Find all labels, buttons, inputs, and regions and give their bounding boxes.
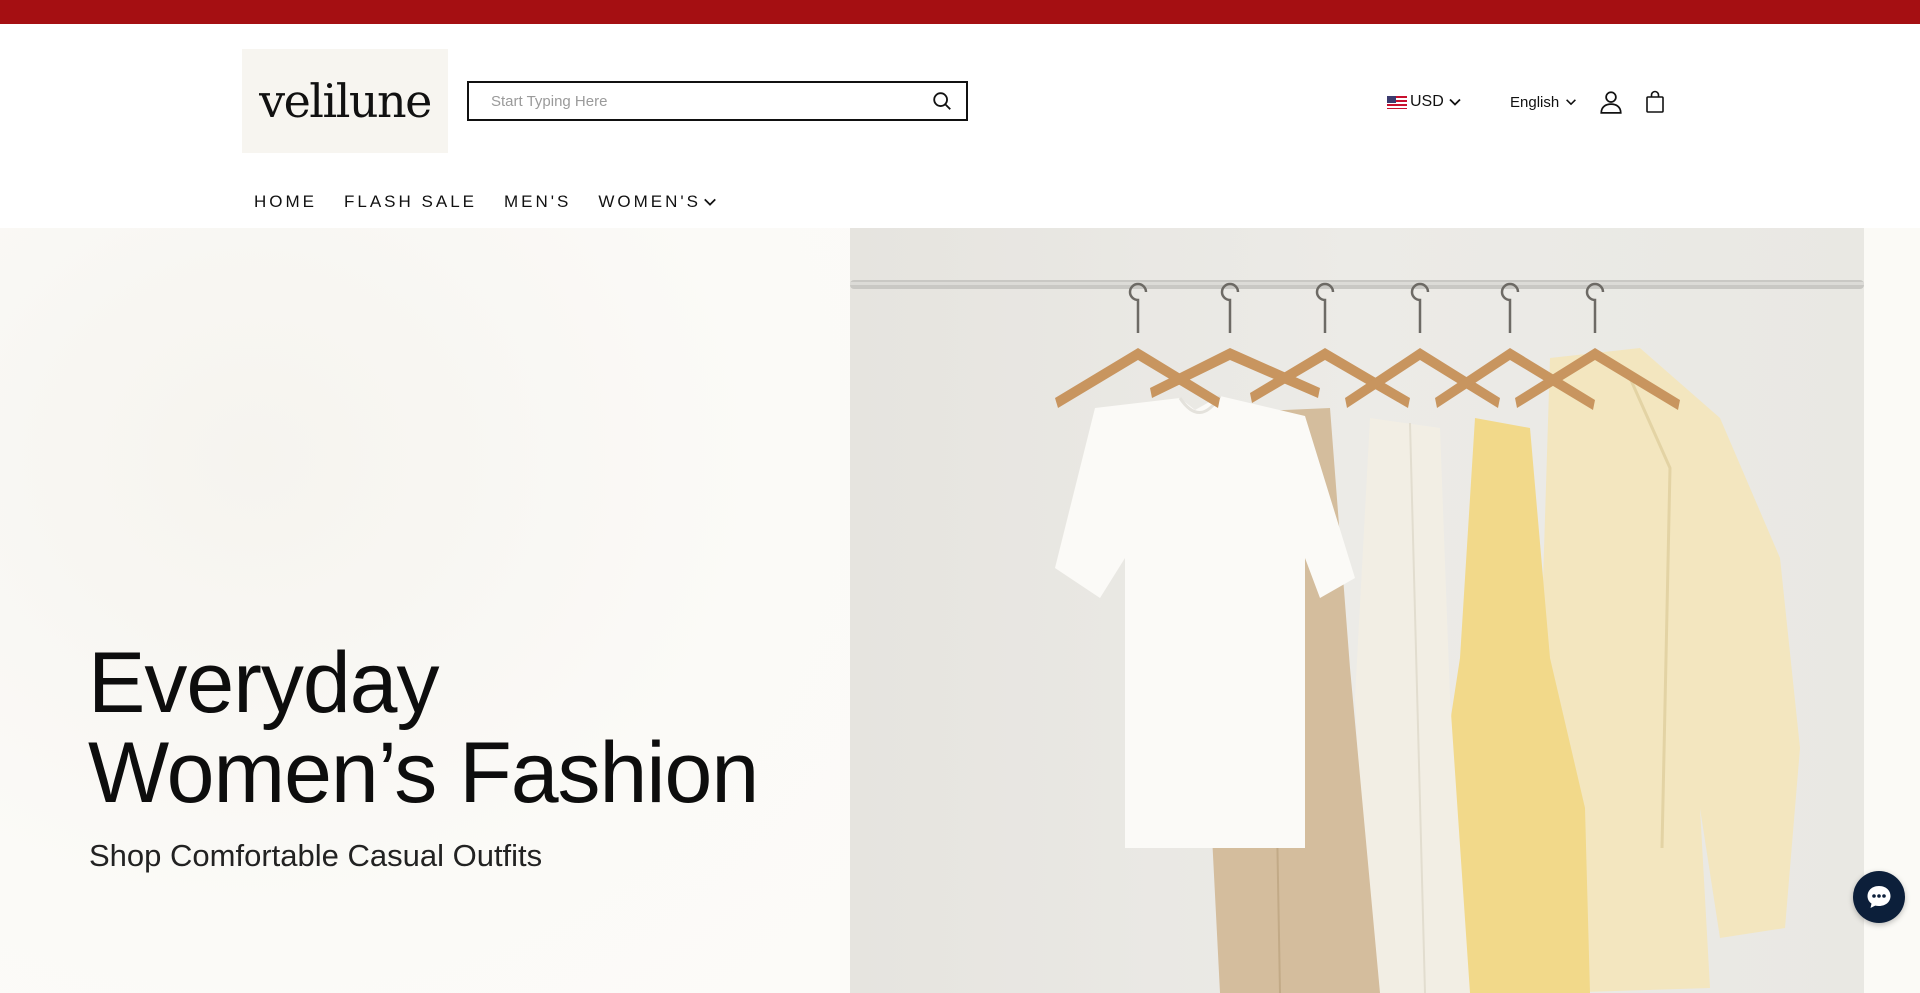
hero-title-line-1: Everyday [88, 635, 439, 731]
nav-item-label: FLASH SALE [344, 192, 477, 211]
search-icon [933, 92, 951, 110]
cart-button[interactable] [1639, 86, 1671, 118]
logo: velilune [259, 74, 432, 128]
shopping-bag-icon [1646, 90, 1664, 113]
main-nav: HOME FLASH SALE MEN'S WOMEN'S [254, 192, 717, 212]
hero-title: Everyday Women’s Fashion [88, 635, 759, 821]
hero-text-panel: Everyday Women’s Fashion Shop Comfortabl… [0, 228, 850, 993]
language-selector[interactable]: English [1510, 90, 1578, 114]
promo-bar [0, 0, 1920, 24]
site-header: velilune USD English [0, 24, 1920, 228]
search-input[interactable] [469, 83, 918, 119]
nav-item-womens[interactable]: WOMEN'S [598, 192, 717, 212]
hero-banner[interactable]: Everyday Women’s Fashion Shop Comfortabl… [0, 228, 1920, 993]
us-flag-icon [1387, 95, 1407, 109]
currency-selector[interactable]: USD [1387, 90, 1463, 114]
hero-image [850, 228, 1864, 993]
account-button[interactable] [1595, 86, 1627, 118]
chevron-down-icon [1566, 99, 1577, 106]
user-icon [1600, 91, 1622, 114]
chevron-down-icon [1449, 98, 1461, 106]
chevron-down-icon [704, 198, 716, 206]
hero-title-line-2: Women’s Fashion [88, 725, 759, 821]
chat-button[interactable] [1853, 871, 1905, 923]
nav-item-mens[interactable]: MEN'S [504, 192, 571, 212]
currency-label: USD [1410, 93, 1444, 110]
search-box [467, 81, 968, 121]
nav-item-home[interactable]: HOME [254, 192, 317, 212]
nav-item-label: MEN'S [504, 192, 572, 211]
chat-bubble-icon [1867, 886, 1891, 908]
nav-item-label: HOME [254, 192, 317, 211]
language-label: English [1510, 93, 1560, 111]
nav-item-label: WOMEN'S [598, 192, 702, 211]
logo-link[interactable]: velilune [242, 49, 448, 153]
hero-subtitle: Shop Comfortable Casual Outfits [89, 838, 543, 873]
search-button[interactable] [918, 83, 966, 119]
nav-item-flash-sale[interactable]: FLASH SALE [344, 192, 477, 212]
